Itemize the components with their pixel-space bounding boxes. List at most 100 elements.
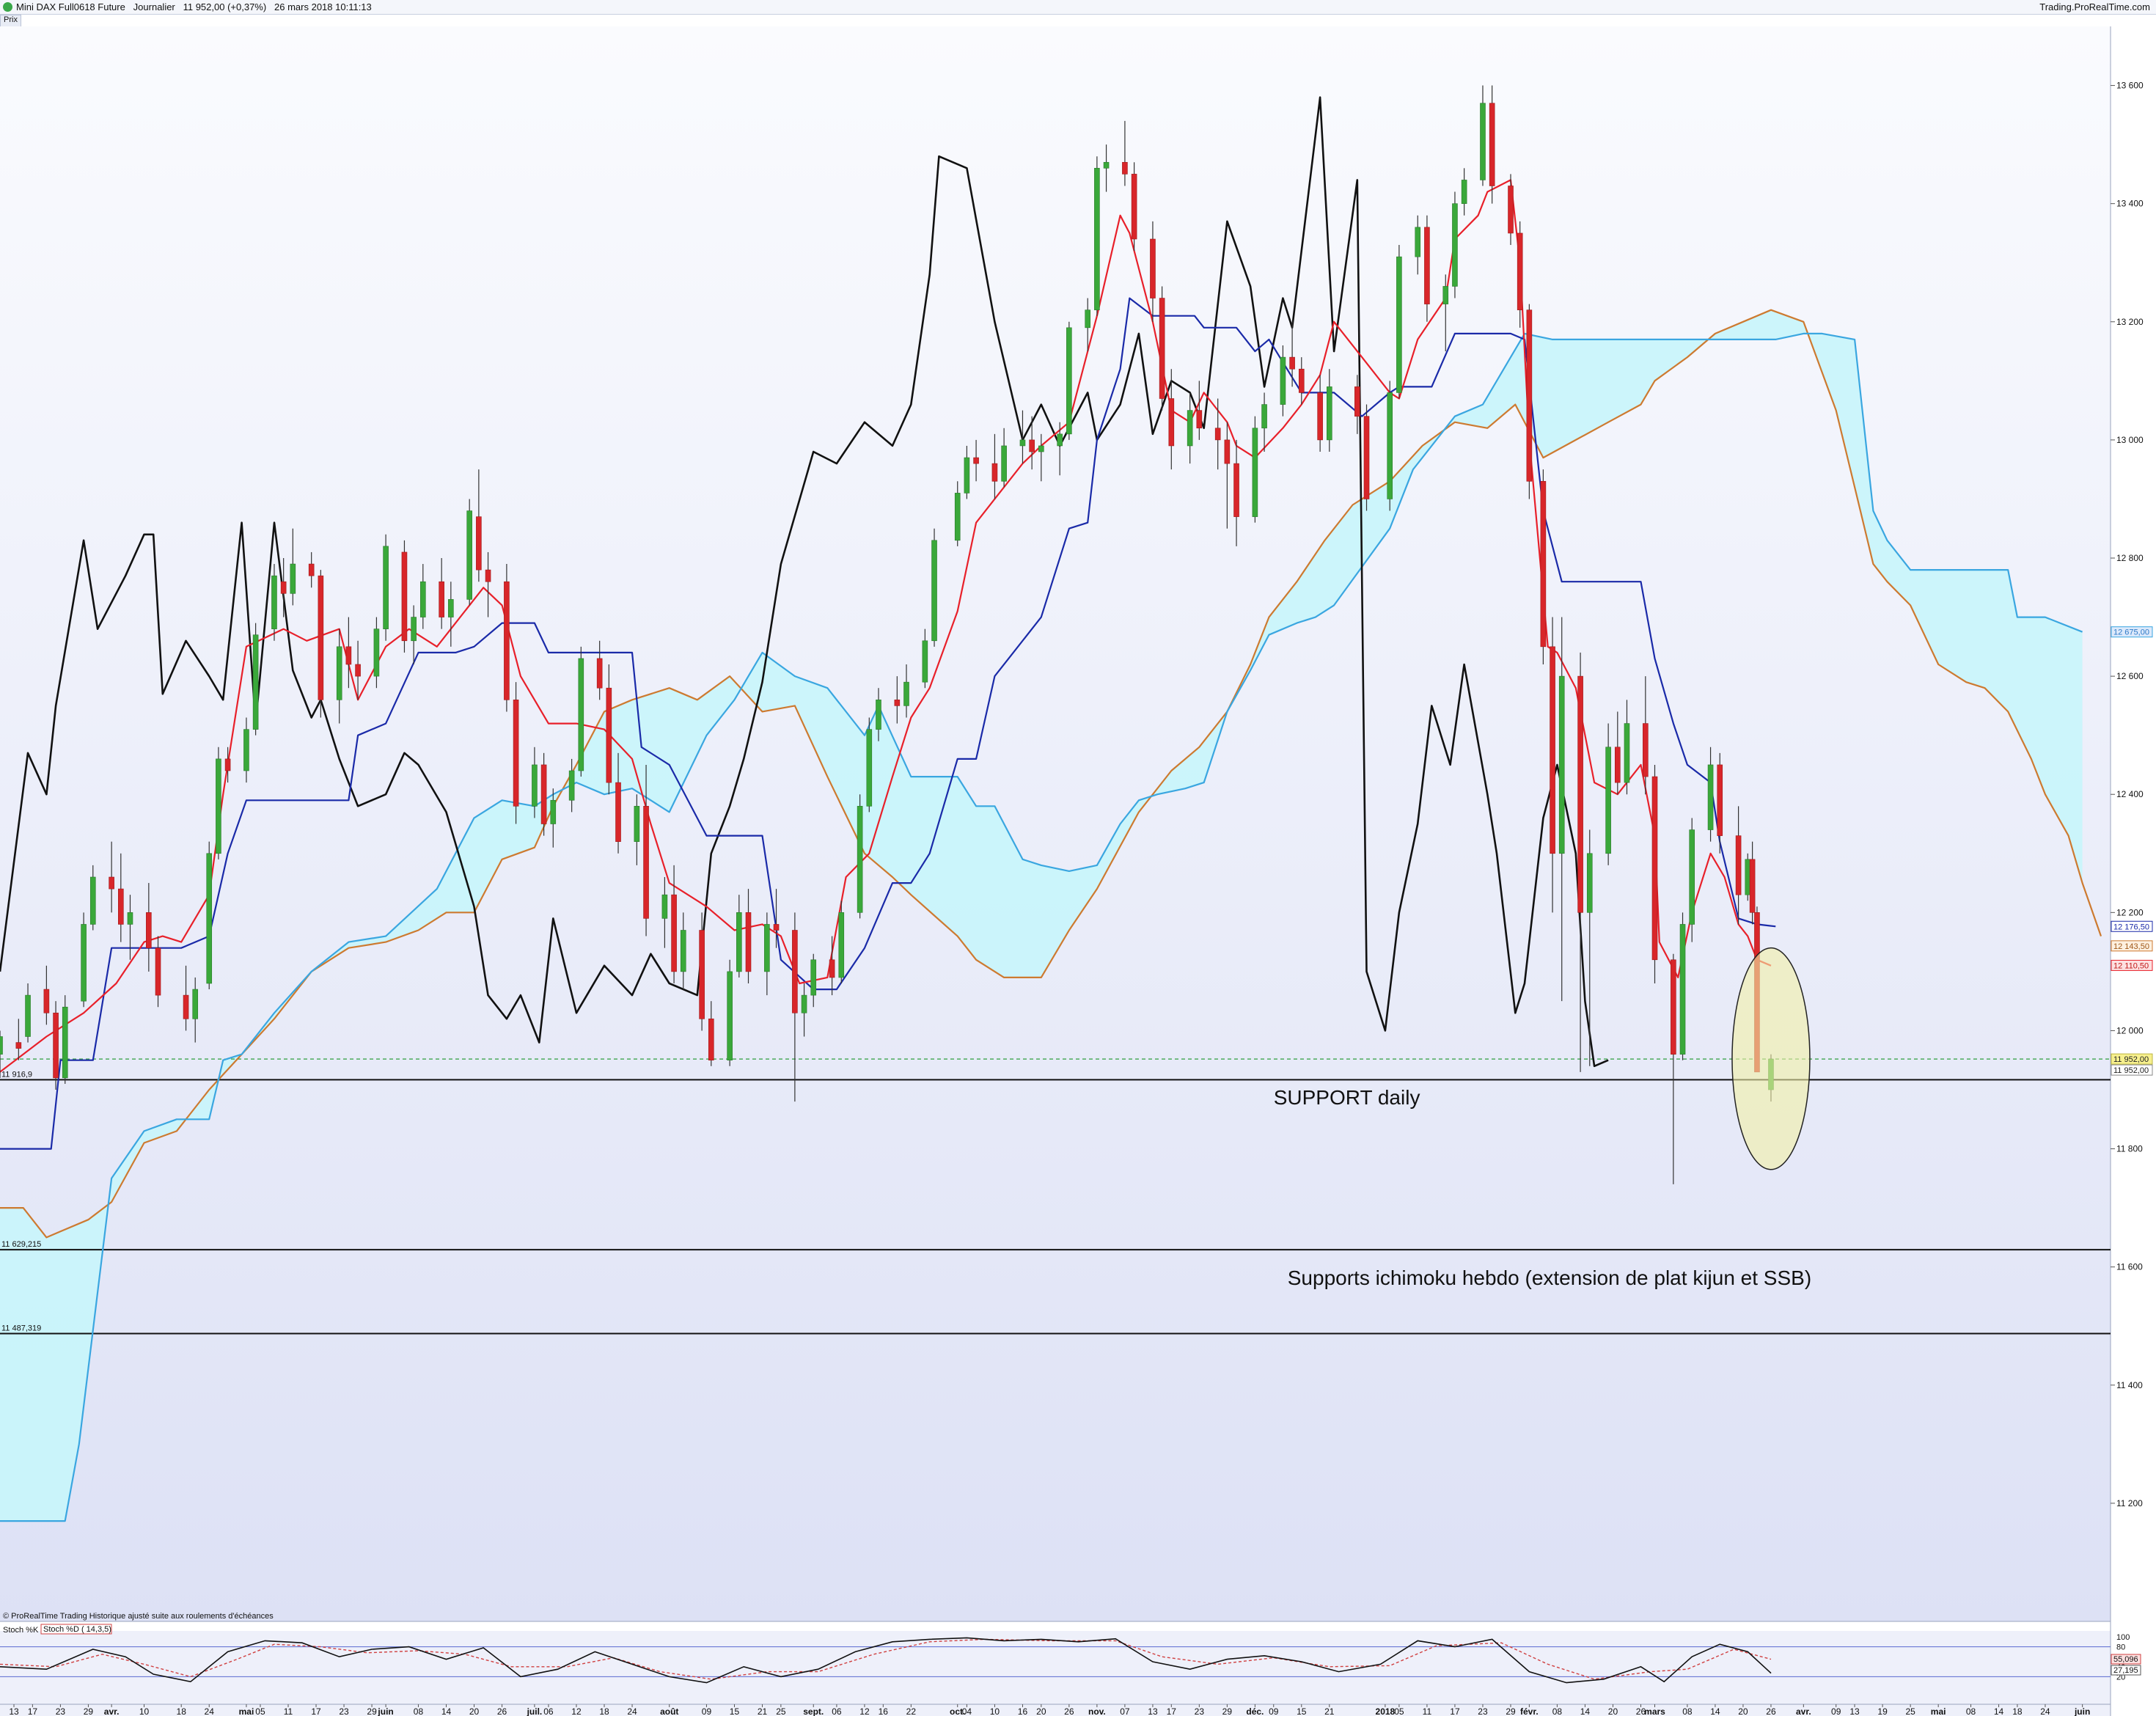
candle[interactable] bbox=[513, 682, 519, 824]
candle[interactable] bbox=[62, 995, 68, 1084]
candle-body bbox=[1252, 428, 1258, 517]
candle[interactable] bbox=[216, 747, 221, 859]
candle[interactable] bbox=[540, 752, 547, 836]
candle-body bbox=[736, 912, 742, 972]
candle[interactable] bbox=[857, 794, 863, 919]
candle-body bbox=[1261, 404, 1267, 429]
candle-body bbox=[1480, 103, 1486, 180]
candle[interactable] bbox=[1489, 85, 1495, 204]
candle-body bbox=[81, 924, 87, 1002]
x-tick-label: 08 bbox=[414, 1706, 424, 1716]
candle-body bbox=[1094, 168, 1100, 310]
annotation-text: Supports ichimoku hebdo (extension de pl… bbox=[1288, 1266, 1811, 1289]
x-tick-label: 15 bbox=[730, 1706, 740, 1716]
x-tick-label: 29 bbox=[1222, 1706, 1233, 1716]
candle[interactable] bbox=[866, 717, 873, 813]
candle-body bbox=[1442, 286, 1449, 304]
candle[interactable] bbox=[578, 646, 584, 777]
x-tick-label: 29 bbox=[84, 1706, 94, 1716]
candle[interactable] bbox=[383, 534, 389, 641]
candle-body bbox=[318, 575, 324, 700]
candle-body bbox=[1489, 103, 1495, 186]
candle-body bbox=[1586, 853, 1593, 913]
candle[interactable] bbox=[1540, 469, 1547, 664]
candle-body bbox=[1424, 227, 1430, 304]
x-tick-label: 23 bbox=[56, 1706, 66, 1716]
candle[interactable] bbox=[1252, 416, 1258, 523]
candle-body bbox=[922, 640, 928, 683]
x-tick-label: avr. bbox=[1796, 1706, 1811, 1716]
support-line-label: 11 629,215 bbox=[1, 1240, 41, 1249]
candle-body bbox=[476, 516, 482, 571]
candle-body bbox=[1159, 298, 1165, 399]
candle-body bbox=[1508, 186, 1514, 234]
x-tick-label: 13 bbox=[1849, 1706, 1860, 1716]
candle[interactable] bbox=[931, 528, 937, 647]
candle-body bbox=[540, 764, 547, 824]
candle[interactable] bbox=[466, 499, 472, 606]
x-tick-label: 21 bbox=[758, 1706, 768, 1716]
x-tick-label: 10 bbox=[139, 1706, 150, 1716]
candle[interactable] bbox=[504, 564, 510, 712]
candle[interactable] bbox=[252, 623, 259, 736]
candle[interactable] bbox=[727, 959, 733, 1066]
y-axis: 11 200 11 400 11 600 11 800 12 000 12 200 12 4… bbox=[2111, 81, 2144, 1508]
y-tick-label: 11 200 bbox=[2116, 1498, 2143, 1508]
candle-body bbox=[671, 894, 677, 972]
candle-body bbox=[1327, 386, 1332, 441]
candle[interactable] bbox=[1689, 818, 1695, 942]
price-chart[interactable]: 11 916,9 11 629,215 11 487,319 SUPPORT dai… bbox=[0, 0, 2156, 1716]
x-tick-label: 07 bbox=[1120, 1706, 1130, 1716]
candle[interactable] bbox=[838, 901, 845, 983]
x-tick-label: 25 bbox=[1905, 1706, 1915, 1716]
candle-body bbox=[699, 930, 705, 1019]
candle[interactable] bbox=[1066, 321, 1072, 440]
candle[interactable] bbox=[1745, 853, 1751, 901]
candle[interactable] bbox=[1651, 764, 1658, 983]
x-tick-label: 14 bbox=[441, 1706, 452, 1716]
price-badge-label: 12 110,50 bbox=[2113, 961, 2149, 970]
candle-body bbox=[1387, 392, 1393, 499]
candle-body bbox=[1643, 723, 1649, 777]
candle[interactable] bbox=[1131, 162, 1137, 252]
candle-body bbox=[634, 806, 640, 842]
candle-body bbox=[448, 599, 454, 617]
candle[interactable] bbox=[318, 570, 324, 718]
candle[interactable] bbox=[1387, 381, 1393, 511]
candle[interactable] bbox=[1094, 156, 1100, 316]
candle-body bbox=[1461, 180, 1467, 204]
candle[interactable] bbox=[1159, 286, 1165, 411]
candle[interactable] bbox=[1679, 912, 1686, 1060]
x-tick-label: 18 bbox=[599, 1706, 609, 1716]
candle-body bbox=[1679, 924, 1686, 1055]
candle-body bbox=[829, 959, 835, 978]
candle-body bbox=[1717, 764, 1723, 836]
candle[interactable] bbox=[401, 540, 408, 653]
candle-body bbox=[1289, 356, 1295, 370]
candle[interactable] bbox=[1396, 245, 1402, 399]
candle-body bbox=[1614, 747, 1621, 783]
y-tick-label: 12 000 bbox=[2116, 1025, 2144, 1035]
y-tick-label: 12 200 bbox=[2116, 907, 2144, 917]
x-tick-label: 09 bbox=[1269, 1706, 1279, 1716]
candle[interactable] bbox=[1526, 304, 1533, 499]
candle[interactable] bbox=[53, 1001, 59, 1090]
candle-body bbox=[192, 989, 199, 1019]
x-tick-label: 20 bbox=[1036, 1706, 1046, 1716]
highlight-ellipse bbox=[1731, 947, 1811, 1170]
candle-body bbox=[1707, 764, 1714, 830]
candle-body bbox=[1577, 675, 1583, 913]
candle[interactable] bbox=[206, 841, 213, 990]
x-tick-label: 25 bbox=[776, 1706, 786, 1716]
candle[interactable] bbox=[81, 912, 87, 1008]
price-badge: 12 110,50 bbox=[2111, 959, 2153, 971]
candle-body bbox=[118, 888, 124, 925]
candle[interactable] bbox=[1363, 404, 1370, 511]
candle-body bbox=[25, 994, 31, 1037]
candle[interactable] bbox=[699, 912, 705, 1031]
candle-body bbox=[866, 729, 873, 807]
candle-body bbox=[62, 1006, 68, 1079]
candle-body bbox=[308, 563, 315, 576]
annotation-text: SUPPORT daily bbox=[1274, 1086, 1420, 1109]
candle[interactable] bbox=[1452, 191, 1458, 298]
